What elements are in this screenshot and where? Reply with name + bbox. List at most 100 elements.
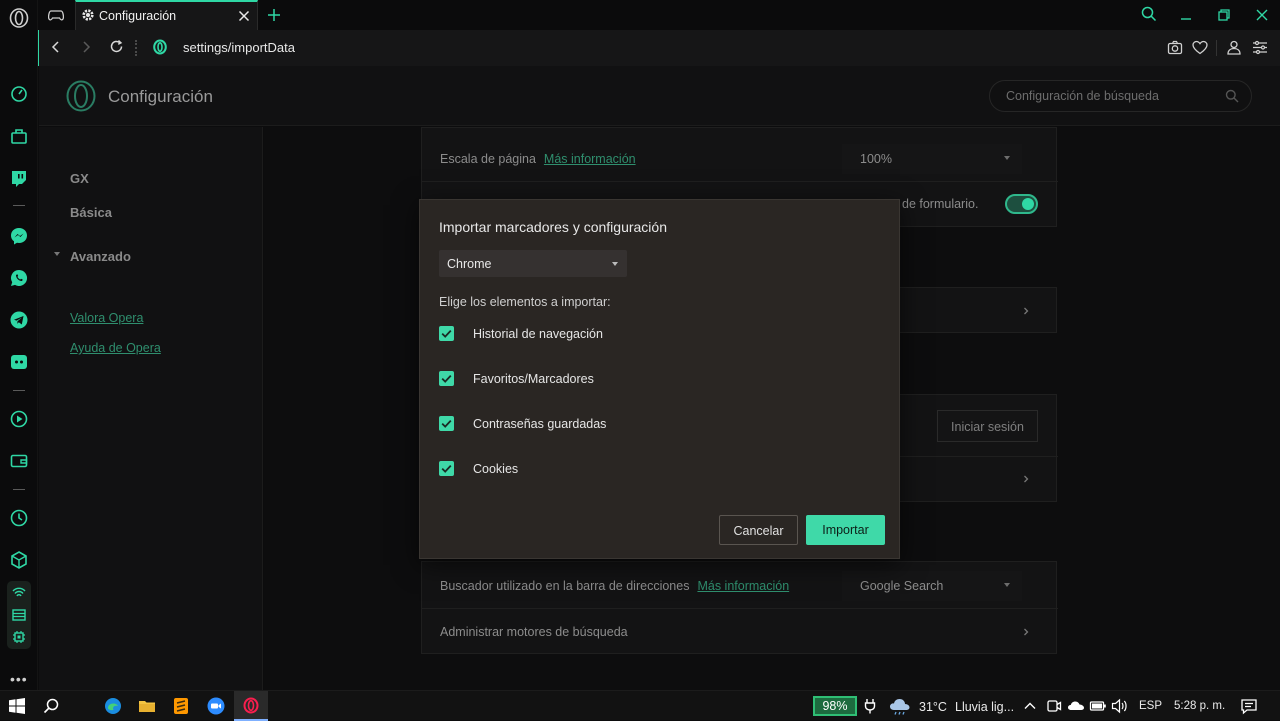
twitch-icon[interactable]	[9, 168, 29, 188]
forward-icon[interactable]	[79, 40, 93, 54]
checkmark-icon	[441, 374, 452, 383]
file-explorer-icon[interactable]	[138, 697, 156, 715]
row-divider	[422, 608, 1058, 609]
easy-setup-icon[interactable]	[1252, 40, 1268, 55]
chevron-right-icon[interactable]	[1022, 475, 1030, 483]
language-indicator[interactable]: ESP	[1139, 700, 1162, 712]
chevron-up-icon[interactable]	[1023, 699, 1037, 713]
search-engine-card: Buscador utilizado en la barra de direcc…	[421, 561, 1058, 654]
gx-corner-icon[interactable]	[9, 126, 29, 146]
opera-site-icon	[153, 39, 167, 55]
search-engine-more-info-link[interactable]: Más información	[697, 579, 789, 593]
extensions-icon[interactable]	[9, 550, 29, 570]
battery-status-icon[interactable]	[1089, 698, 1107, 714]
import-button[interactable]: Importar	[806, 515, 885, 545]
chevron-right-icon[interactable]	[1022, 628, 1030, 636]
sign-in-button[interactable]: Iniciar sesión	[937, 410, 1038, 442]
cookies-checkbox[interactable]	[439, 461, 454, 476]
row-divider	[422, 181, 1058, 182]
search-engine-select[interactable]: Google Search	[842, 571, 1022, 601]
bookmarks-label: Favoritos/Marcadores	[473, 372, 594, 386]
reload-icon[interactable]	[109, 39, 124, 54]
cpu-limiter-icon[interactable]	[12, 630, 26, 644]
search-engine-row: Buscador utilizado en la barra de direcc…	[440, 579, 789, 593]
opera-gx-logo	[66, 80, 96, 112]
nav-item-basic[interactable]: Básica	[70, 205, 112, 220]
more-sidebar-icon[interactable]: •••	[10, 671, 28, 687]
plug-icon	[864, 699, 876, 714]
nav-link-opera-help[interactable]: Ayuda de Opera	[70, 341, 161, 355]
bookmarks-checkbox[interactable]	[439, 371, 454, 386]
page-zoom-select[interactable]: 100%	[842, 144, 1022, 174]
clock[interactable]: 5:28 p. m.	[1174, 700, 1225, 712]
speed-dial-icon[interactable]	[9, 84, 29, 104]
volume-icon[interactable]	[1111, 698, 1129, 714]
windows-start-icon[interactable]	[9, 698, 25, 714]
page-zoom-more-info-link[interactable]: Más información	[544, 152, 636, 166]
onedrive-icon[interactable]	[1067, 698, 1085, 714]
new-tab-icon[interactable]	[266, 7, 282, 23]
checkmark-icon	[441, 464, 452, 473]
tab-title: Configuración	[99, 9, 177, 23]
profile-icon[interactable]	[1226, 40, 1242, 55]
tab-settings[interactable]: Configuración	[75, 0, 258, 30]
windows-taskbar: 98% 31°C Lluvia lig... ESP 5:28 p. m.	[0, 690, 1280, 721]
page-title: Configuración	[108, 87, 213, 106]
battery-percentage[interactable]: 98%	[813, 696, 857, 716]
temperature[interactable]: 31°C	[919, 700, 947, 714]
checkmark-icon	[441, 329, 452, 338]
dropdown-arrow-icon	[1004, 156, 1010, 160]
settings-search-box[interactable]	[989, 80, 1252, 112]
minimize-icon[interactable]	[1178, 7, 1194, 23]
meet-now-icon[interactable]	[1046, 698, 1062, 714]
edge-icon[interactable]	[104, 697, 122, 715]
taskbar-search-icon[interactable]	[43, 698, 59, 714]
weather-rain-icon[interactable]	[889, 697, 911, 715]
ram-limiter-icon[interactable]	[12, 608, 26, 622]
close-tab-icon[interactable]	[238, 10, 250, 22]
restore-icon[interactable]	[1216, 7, 1232, 23]
dialog-title: Importar marcadores y configuración	[439, 219, 667, 235]
opera-gx-logo-icon[interactable]	[9, 8, 29, 28]
browser-sidebar: •••	[0, 0, 38, 690]
search-tabs-icon[interactable]	[1141, 6, 1157, 22]
player-icon[interactable]	[9, 409, 29, 429]
import-dialog: Importar marcadores y configuración Chro…	[419, 199, 900, 559]
wallet-icon[interactable]	[9, 451, 29, 471]
history-icon[interactable]	[9, 508, 29, 528]
discord-icon[interactable]	[9, 352, 29, 372]
nav-link-rate-opera[interactable]: Valora Opera	[70, 311, 143, 325]
autofill-toggle[interactable]	[1005, 194, 1038, 214]
address-bar: settings/importData	[38, 30, 1280, 66]
notifications-icon[interactable]	[1240, 697, 1258, 715]
autofill-text: de formulario.	[902, 197, 979, 211]
sublime-text-icon[interactable]	[172, 697, 190, 715]
browser-source-select[interactable]: Chrome	[439, 250, 627, 277]
snapshot-icon[interactable]	[1167, 40, 1183, 55]
cancel-button[interactable]: Cancelar	[719, 515, 798, 545]
close-window-icon[interactable]	[1254, 7, 1270, 23]
url-text[interactable]: settings/importData	[183, 40, 295, 55]
history-checkbox[interactable]	[439, 326, 454, 341]
passwords-checkbox[interactable]	[439, 416, 454, 431]
back-icon[interactable]	[49, 40, 63, 54]
page-zoom-label: Escala de página	[440, 152, 536, 166]
weather-text[interactable]: Lluvia lig...	[955, 700, 1014, 714]
messenger-icon[interactable]	[9, 226, 29, 246]
search-icon[interactable]	[1225, 89, 1239, 103]
gamepad-icon[interactable]	[48, 8, 64, 22]
collapse-arrow-icon[interactable]	[54, 252, 60, 256]
taskbar-opera-gx-active[interactable]	[234, 691, 268, 721]
nav-item-gx[interactable]: GX	[70, 171, 89, 186]
network-limiter-icon[interactable]	[12, 585, 26, 599]
manage-engines-label[interactable]: Administrar motores de búsqueda	[440, 625, 628, 639]
telegram-icon[interactable]	[9, 310, 29, 330]
nav-item-advanced[interactable]: Avanzado	[70, 249, 131, 264]
whatsapp-icon[interactable]	[9, 268, 29, 288]
gx-control-widgets[interactable]	[7, 581, 31, 649]
chevron-right-icon	[1024, 307, 1029, 315]
settings-search-input[interactable]	[1006, 89, 1206, 103]
search-engine-label: Buscador utilizado en la barra de direcc…	[440, 579, 690, 593]
zoom-icon[interactable]	[207, 697, 225, 715]
heart-icon[interactable]	[1192, 40, 1208, 55]
